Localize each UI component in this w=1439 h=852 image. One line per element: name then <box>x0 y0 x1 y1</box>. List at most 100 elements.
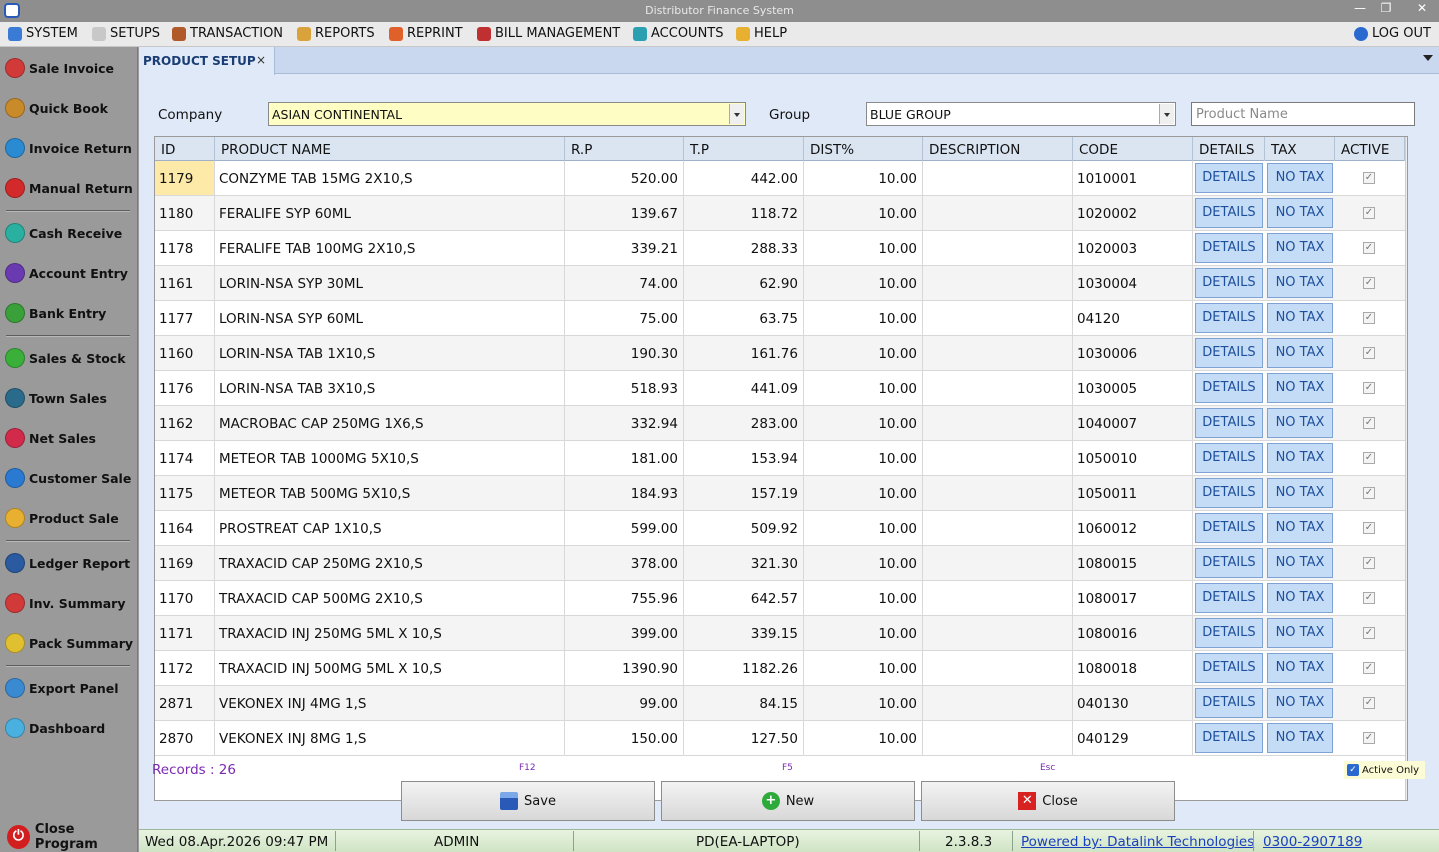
cell-rp[interactable]: 518.93 <box>565 371 684 405</box>
tab-product-setup[interactable]: PRODUCT SETUP × <box>139 47 275 75</box>
details-button[interactable]: DETAILS <box>1195 338 1263 368</box>
active-checkbox[interactable]: ✓ <box>1363 732 1375 744</box>
cell-desc[interactable] <box>923 196 1073 230</box>
table-row[interactable]: 1161 LORIN-NSA SYP 30ML 74.00 62.90 10.00 103… <box>155 266 1407 301</box>
details-button[interactable]: DETAILS <box>1195 653 1263 683</box>
sidebar-item-town-sales[interactable]: Town Sales <box>5 385 107 411</box>
logout-button[interactable]: LOG OUT <box>1354 26 1431 41</box>
table-row[interactable]: 1175 METEOR TAB 500MG 5X10,S 184.93 157.19 1… <box>155 476 1407 511</box>
details-button[interactable]: DETAILS <box>1195 478 1263 508</box>
active-checkbox[interactable]: ✓ <box>1363 662 1375 674</box>
close-program-button[interactable]: ⏻ Close Program <box>7 822 137 852</box>
tab-close-icon[interactable]: × <box>256 53 266 67</box>
cell-code[interactable]: 1050010 <box>1073 441 1193 475</box>
cell-dist[interactable]: 10.00 <box>804 231 923 265</box>
cell-code[interactable]: 1030006 <box>1073 336 1193 370</box>
cell-rp[interactable]: 150.00 <box>565 721 684 755</box>
table-row[interactable]: 2871 VEKONEX INJ 4MG 1,S 99.00 84.15 10.00 04… <box>155 686 1407 721</box>
sidebar-item-export-panel[interactable]: Export Panel <box>5 675 119 701</box>
new-button[interactable]: + New <box>661 781 915 821</box>
cell-id[interactable]: 1179 <box>155 161 215 195</box>
sidebar-item-sale-invoice[interactable]: Sale Invoice <box>5 55 114 81</box>
table-row[interactable]: 1169 TRAXACID CAP 250MG 2X10,S 378.00 321.3… <box>155 546 1407 581</box>
column-header[interactable]: PRODUCT NAME <box>215 137 565 161</box>
cell-rp[interactable]: 339.21 <box>565 231 684 265</box>
cell-id[interactable]: 2871 <box>155 686 215 720</box>
grid-scrollbar[interactable] <box>1405 137 1407 800</box>
details-button[interactable]: DETAILS <box>1195 303 1263 333</box>
tax-button[interactable]: NO TAX <box>1267 513 1333 543</box>
sidebar-item-invoice-return[interactable]: Invoice Return <box>5 135 132 161</box>
tax-button[interactable]: NO TAX <box>1267 268 1333 298</box>
cell-rp[interactable]: 332.94 <box>565 406 684 440</box>
menu-system[interactable]: SYSTEM <box>8 26 78 41</box>
column-header[interactable]: DIST% <box>804 137 923 161</box>
cell-rp[interactable]: 190.30 <box>565 336 684 370</box>
restore-icon[interactable]: ❐ <box>1372 1 1400 21</box>
cell-dist[interactable]: 10.00 <box>804 511 923 545</box>
cell-code[interactable]: 1040007 <box>1073 406 1193 440</box>
cell-desc[interactable] <box>923 546 1073 580</box>
cell-tp[interactable]: 84.15 <box>684 686 804 720</box>
cell-code[interactable]: 1080016 <box>1073 616 1193 650</box>
cell-id[interactable]: 1178 <box>155 231 215 265</box>
cell-tp[interactable]: 321.30 <box>684 546 804 580</box>
active-checkbox[interactable]: ✓ <box>1363 627 1375 639</box>
cell-name[interactable]: TRAXACID INJ 250MG 5ML X 10,S <box>215 616 565 650</box>
cell-code[interactable]: 1020003 <box>1073 231 1193 265</box>
sidebar-item-manual-return[interactable]: Manual Return <box>5 175 133 201</box>
cell-tp[interactable]: 62.90 <box>684 266 804 300</box>
table-row[interactable]: 1164 PROSTREAT CAP 1X10,S 599.00 509.92 10.0… <box>155 511 1407 546</box>
details-button[interactable]: DETAILS <box>1195 688 1263 718</box>
cell-name[interactable]: LORIN-NSA SYP 30ML <box>215 266 565 300</box>
details-button[interactable]: DETAILS <box>1195 233 1263 263</box>
cell-tp[interactable]: 441.09 <box>684 371 804 405</box>
active-checkbox[interactable]: ✓ <box>1363 277 1375 289</box>
menu-help[interactable]: HELP <box>736 26 787 41</box>
cell-id[interactable]: 1162 <box>155 406 215 440</box>
cell-code[interactable]: 040130 <box>1073 686 1193 720</box>
cell-tp[interactable]: 339.15 <box>684 616 804 650</box>
details-button[interactable]: DETAILS <box>1195 198 1263 228</box>
cell-code[interactable]: 1080018 <box>1073 651 1193 685</box>
tax-button[interactable]: NO TAX <box>1267 198 1333 228</box>
active-checkbox[interactable]: ✓ <box>1363 487 1375 499</box>
powered-by-link[interactable]: Powered by: Datalink Technologies <box>1021 834 1254 850</box>
cell-id[interactable]: 1180 <box>155 196 215 230</box>
cell-dist[interactable]: 10.00 <box>804 721 923 755</box>
details-button[interactable]: DETAILS <box>1195 163 1263 193</box>
minimize-icon[interactable]: — <box>1346 1 1374 21</box>
cell-id[interactable]: 2870 <box>155 721 215 755</box>
tax-button[interactable]: NO TAX <box>1267 338 1333 368</box>
active-checkbox[interactable]: ✓ <box>1363 242 1375 254</box>
cell-dist[interactable]: 10.00 <box>804 266 923 300</box>
column-header[interactable]: DETAILS <box>1193 137 1265 161</box>
cell-id[interactable]: 1171 <box>155 616 215 650</box>
tax-button[interactable]: NO TAX <box>1267 408 1333 438</box>
cell-id[interactable]: 1174 <box>155 441 215 475</box>
cell-code[interactable]: 1050011 <box>1073 476 1193 510</box>
cell-id[interactable]: 1175 <box>155 476 215 510</box>
menu-accounts[interactable]: ACCOUNTS <box>633 26 723 41</box>
active-checkbox[interactable]: ✓ <box>1363 557 1375 569</box>
tax-button[interactable]: NO TAX <box>1267 233 1333 263</box>
menu-bill-management[interactable]: BILL MANAGEMENT <box>477 26 620 41</box>
details-button[interactable]: DETAILS <box>1195 513 1263 543</box>
table-row[interactable]: 1178 FERALIFE TAB 100MG 2X10,S 339.21 288.3… <box>155 231 1407 266</box>
table-row[interactable]: 1179 CONZYME TAB 15MG 2X10,S 520.00 442.00 1… <box>155 161 1407 196</box>
cell-rp[interactable]: 599.00 <box>565 511 684 545</box>
cell-desc[interactable] <box>923 511 1073 545</box>
cell-name[interactable]: FERALIFE SYP 60ML <box>215 196 565 230</box>
cell-desc[interactable] <box>923 616 1073 650</box>
cell-desc[interactable] <box>923 371 1073 405</box>
cell-dist[interactable]: 10.00 <box>804 196 923 230</box>
column-header[interactable]: ID <box>155 137 215 161</box>
active-checkbox[interactable]: ✓ <box>1363 207 1375 219</box>
tax-button[interactable]: NO TAX <box>1267 548 1333 578</box>
active-checkbox[interactable]: ✓ <box>1363 347 1375 359</box>
menu-reprint[interactable]: REPRINT <box>389 26 463 41</box>
cell-tp[interactable]: 442.00 <box>684 161 804 195</box>
company-select[interactable]: ASIAN CONTINENTAL <box>268 102 746 126</box>
column-header[interactable]: TAX <box>1265 137 1335 161</box>
sidebar-item-inv-summary[interactable]: Inv. Summary <box>5 590 125 616</box>
